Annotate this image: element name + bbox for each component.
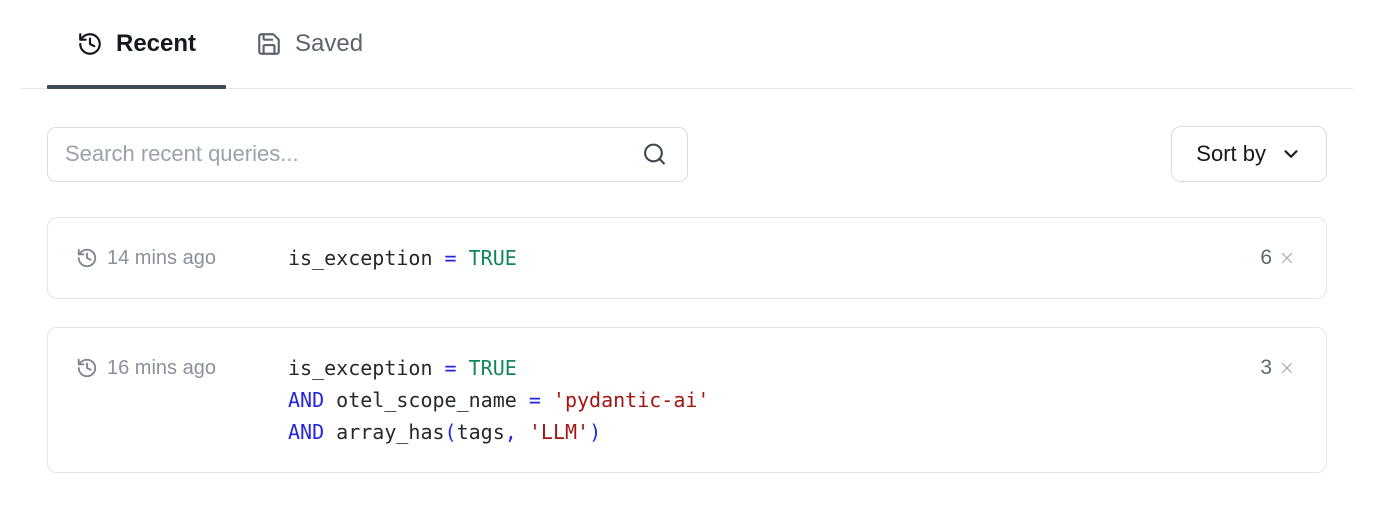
query-timestamp: 14 mins ago: [76, 242, 288, 274]
query-time-label: 16 mins ago: [107, 357, 216, 380]
search-input[interactable]: [47, 127, 688, 182]
usage-count-value: 6: [1260, 246, 1272, 270]
active-tab-indicator: [47, 85, 226, 89]
search-icon: [642, 142, 667, 167]
search-box: [47, 127, 688, 182]
history-icon: [76, 247, 98, 269]
sort-by-button[interactable]: Sort by: [1171, 126, 1327, 182]
query-time-label: 14 mins ago: [107, 247, 216, 270]
query-row[interactable]: 16 mins ago is_exception = TRUEAND otel_…: [47, 327, 1327, 473]
query-row[interactable]: 14 mins ago is_exception = TRUE 6: [47, 217, 1327, 299]
times-icon: [1278, 249, 1296, 267]
query-code: is_exception = TRUEAND otel_scope_name =…: [288, 352, 1260, 448]
history-icon: [77, 31, 103, 57]
query-usage-count: 3: [1260, 352, 1296, 384]
sort-by-label: Sort by: [1196, 141, 1266, 167]
query-list: 14 mins ago is_exception = TRUE 6 16 min…: [47, 217, 1327, 473]
tab-bar: Recent Saved: [21, 0, 1353, 89]
query-timestamp: 16 mins ago: [76, 352, 288, 384]
tab-saved[interactable]: Saved: [226, 0, 393, 88]
chevron-down-icon: [1280, 143, 1302, 165]
toolbar: Sort by: [47, 126, 1327, 182]
tab-recent[interactable]: Recent: [47, 0, 226, 88]
times-icon: [1278, 359, 1296, 377]
usage-count-value: 3: [1260, 356, 1272, 380]
query-code: is_exception = TRUE: [288, 242, 1260, 274]
query-usage-count: 6: [1260, 242, 1296, 274]
recent-queries-panel: Recent Saved Sort by: [0, 0, 1374, 473]
history-icon: [76, 357, 98, 379]
save-icon: [256, 31, 282, 57]
tab-recent-label: Recent: [116, 30, 196, 58]
tab-saved-label: Saved: [295, 30, 363, 58]
